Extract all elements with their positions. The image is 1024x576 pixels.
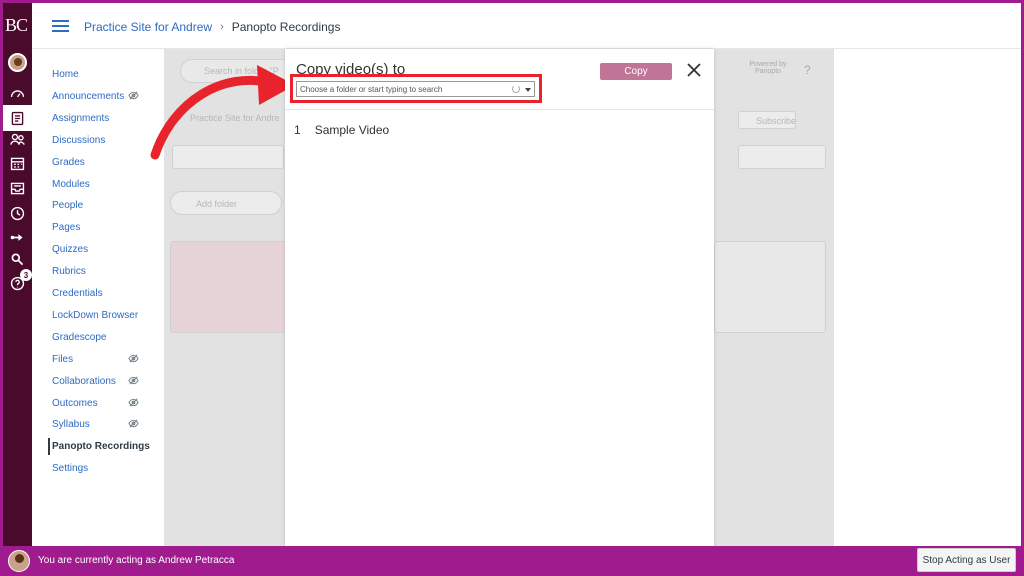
- course-nav-item-label: Credentials: [52, 288, 103, 299]
- video-name: Sample Video: [314, 123, 390, 137]
- course-nav-item[interactable]: Announcements: [52, 91, 152, 102]
- course-nav-item[interactable]: Collaborations: [52, 376, 152, 387]
- course-nav-item[interactable]: Pages: [52, 222, 152, 233]
- course-nav-item-label: Home: [52, 69, 79, 80]
- copy-videos-dialog: Copy video(s) to Copy Choose a folder or…: [285, 49, 714, 549]
- course-nav-item-label: LockDown Browser: [52, 309, 139, 321]
- course-nav-item-label: Quizzes: [52, 244, 89, 256]
- avatar: [8, 550, 30, 572]
- course-header: Practice Site for Andrew › Panopto Recor…: [32, 3, 1021, 49]
- course-nav-item-label: People: [52, 200, 84, 212]
- dialog-divider: [285, 109, 714, 110]
- add-folder-label-background: Add folder: [196, 199, 238, 209]
- close-icon[interactable]: [686, 62, 702, 78]
- course-nav-item[interactable]: Grades: [52, 157, 152, 168]
- course-nav-item-label: Pages: [52, 222, 81, 234]
- acting-as-message: You are currently acting as Andrew Petra…: [38, 555, 235, 566]
- global-navigation: BC 3: [3, 3, 32, 573]
- course-nav-item[interactable]: LockDown Browser: [52, 310, 152, 321]
- course-nav-item[interactable]: Assignments: [52, 113, 152, 124]
- course-nav-item-label: Files: [52, 353, 74, 365]
- hamburger-menu-icon[interactable]: [52, 20, 69, 33]
- course-nav-item-label: Gradescope: [52, 331, 107, 343]
- course-nav-item-label: Collaborations: [52, 375, 116, 387]
- history-icon[interactable]: [7, 203, 28, 224]
- right-blank-area: Powered by Panopto ?: [750, 49, 1021, 549]
- course-nav-item[interactable]: Home: [52, 69, 152, 80]
- subscribe-label-background: Subscribe: [756, 116, 797, 126]
- course-nav-item-label: Discussions: [52, 134, 106, 146]
- video-index: 1: [294, 123, 301, 137]
- course-nav-item-label: Assignments: [52, 112, 110, 124]
- course-nav-item-label: Announcements: [52, 90, 125, 102]
- course-nav-item[interactable]: Files: [52, 354, 152, 365]
- hidden-eye-icon: [128, 353, 139, 364]
- video-thumbnail-background: [170, 241, 286, 333]
- breadcrumb-current-page: Panopto Recordings: [231, 20, 341, 34]
- course-nav-item[interactable]: Outcomes: [52, 398, 152, 409]
- course-nav-item-label: Modules: [52, 178, 90, 190]
- course-nav-item[interactable]: Gradescope: [52, 332, 152, 343]
- list-item: 1 Sample Video: [294, 123, 389, 137]
- course-nav-item[interactable]: People: [52, 200, 152, 211]
- course-nav-item-label: Rubrics: [52, 266, 86, 278]
- breadcrumb: Practice Site for Andrew › Panopto Recor…: [84, 20, 340, 34]
- course-nav-item[interactable]: Modules: [52, 179, 152, 190]
- inbox-icon[interactable]: [7, 178, 28, 199]
- course-nav-item[interactable]: Quizzes: [52, 244, 152, 255]
- right-panel-background: [714, 241, 826, 333]
- course-nav-item-label: Settings: [52, 463, 89, 475]
- hidden-eye-icon: [128, 397, 139, 408]
- course-nav-item-label: Outcomes: [52, 397, 98, 409]
- copy-button[interactable]: Copy: [600, 63, 672, 80]
- course-nav-item-label: Panopto Recordings: [52, 441, 150, 453]
- calendar-icon[interactable]: [7, 153, 28, 174]
- dashboard-icon[interactable]: [7, 83, 28, 104]
- view-toggle-background: [738, 145, 826, 169]
- powered-by-panopto: Powered by Panopto: [749, 61, 787, 75]
- groups-icon[interactable]: [7, 129, 28, 150]
- breadcrumb-separator: ›: [220, 21, 224, 33]
- help-notification-badge: 3: [20, 269, 32, 281]
- course-nav-item-label: Syllabus: [52, 419, 90, 431]
- panopto-help-icon: ?: [804, 63, 811, 77]
- course-nav-item[interactable]: Discussions: [52, 135, 152, 146]
- course-nav-item[interactable]: Settings: [52, 463, 152, 474]
- account-avatar[interactable]: [8, 53, 27, 72]
- annotation-arrow-icon: [150, 65, 295, 160]
- annotation-highlight-box: [290, 74, 542, 103]
- course-nav-item[interactable]: Panopto Recordings: [48, 438, 152, 456]
- breadcrumb-course-link[interactable]: Practice Site for Andrew: [84, 20, 212, 34]
- hidden-eye-icon: [128, 418, 139, 429]
- course-nav-item[interactable]: Syllabus: [52, 419, 152, 430]
- search-icon[interactable]: [7, 249, 28, 270]
- course-nav-item[interactable]: Rubrics: [52, 266, 152, 277]
- hidden-eye-icon: [128, 375, 139, 386]
- course-nav-item-label: Grades: [52, 156, 85, 168]
- acting-as-user-bar: You are currently acting as Andrew Petra…: [0, 546, 1024, 576]
- commons-icon[interactable]: [7, 227, 28, 248]
- hidden-eye-icon: [128, 90, 139, 101]
- stop-acting-button[interactable]: Stop Acting as User: [917, 548, 1016, 572]
- course-nav-item[interactable]: Credentials: [52, 288, 152, 299]
- institution-logo[interactable]: BC: [5, 15, 31, 36]
- app-window: BC 3 Practice Site for Andrew › Panopto …: [0, 0, 1024, 576]
- courses-icon[interactable]: [3, 105, 32, 131]
